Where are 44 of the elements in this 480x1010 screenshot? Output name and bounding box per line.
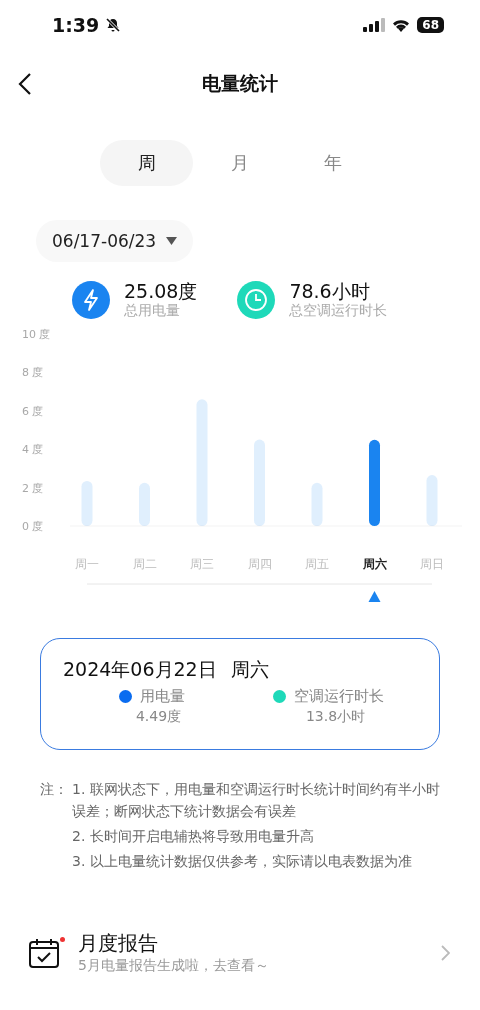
back-icon[interactable] (18, 72, 32, 96)
axis-tick-label: 8 度 (22, 366, 44, 380)
clock-icon (237, 281, 276, 319)
axis-tick-label: 2 度 (22, 481, 44, 495)
axis-tick-label: 4 度 (22, 443, 44, 457)
period-tab[interactable]: 周 (100, 140, 194, 186)
date-range-dropdown[interactable]: 06/17-06/23 (36, 220, 194, 262)
signal-icon (363, 18, 386, 32)
summary-value: 78.6小时 (289, 280, 371, 302)
chevron-right-icon (441, 944, 450, 961)
summary-value: 25.08度 (124, 280, 198, 302)
day-label[interactable]: 周六 (362, 557, 387, 571)
metric-label: 用电量 (139, 687, 185, 706)
battery-indicator: 68 (417, 17, 444, 33)
metric-label: 空调运行时长 (294, 687, 384, 706)
calendar-check-icon (28, 936, 62, 969)
report-subtitle: 5月电量报告生成啦，去查看～ (78, 957, 270, 975)
wifi-icon (391, 18, 412, 32)
day-label[interactable]: 周四 (247, 557, 272, 571)
summary-label: 总用电量 (124, 302, 181, 320)
note-prefix: 注： (40, 780, 68, 799)
axis-tick-label: 10 度 (22, 328, 51, 341)
detail-date: 2024年06月22日 (63, 657, 217, 682)
lightning-icon (72, 281, 110, 319)
detail-weekday: 周六 (230, 657, 269, 682)
note-text: 2. 长时间开启电辅热将导致用电量升高 (72, 827, 315, 846)
page-title: 电量统计 (202, 71, 278, 96)
bell-muted-icon (105, 17, 122, 33)
day-label[interactable]: 周五 (305, 557, 329, 571)
selection-marker-icon (368, 591, 381, 602)
monthly-report-item[interactable]: 月度报告 5月电量报告生成啦，去查看～ (28, 930, 450, 975)
note-text: 3. 以上电量统计数据仅供参考，实际请以电表数据为准 (72, 852, 413, 871)
caret-icon (166, 237, 178, 245)
axis-tick-label: 0 度 (22, 520, 44, 533)
report-title: 月度报告 (78, 930, 159, 957)
day-label[interactable]: 周日 (420, 557, 444, 571)
metric-value: 4.49度 (135, 708, 182, 726)
chart-bar[interactable] (369, 439, 380, 526)
day-label[interactable]: 周三 (190, 557, 214, 571)
axis-tick-label: 6 度 (22, 404, 44, 418)
summary-label: 总空调运行时长 (289, 302, 388, 320)
status-time: 1:39 (52, 14, 100, 36)
metric-value: 13.8小时 (305, 708, 366, 726)
note-text: 1. 联网状态下，用电量和空调运行时长统计时间约有半小时误差；断网状态下统计数据会有误差 (72, 780, 440, 821)
